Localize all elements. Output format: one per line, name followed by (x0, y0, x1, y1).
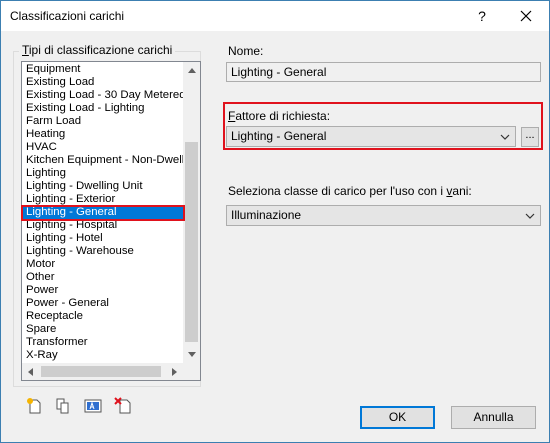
list-item[interactable]: Existing Load (22, 76, 185, 89)
dialog-window: Classificazioni carichi ? Tipi di classi… (0, 0, 550, 443)
scroll-right-arrow-icon[interactable] (166, 363, 183, 380)
name-field[interactable]: Lighting - General (226, 62, 541, 82)
scroll-up-arrow-icon[interactable] (183, 62, 200, 79)
list-item[interactable]: Farm Load (22, 115, 185, 128)
vertical-scrollbar[interactable] (183, 62, 200, 363)
list-item[interactable]: Kitchen Equipment - Non-Dwelling (22, 154, 199, 167)
list-item[interactable]: Existing Load - 30 Day Metered (22, 89, 186, 102)
window-title: Classificazioni carichi (10, 9, 125, 23)
list-item[interactable]: Lighting - Hospital (22, 219, 185, 232)
scroll-left-arrow-icon[interactable] (22, 363, 39, 380)
list-item[interactable]: Lighting (22, 167, 185, 180)
space-class-label: Seleziona classe di carico per l'uso con… (228, 184, 472, 198)
list-item[interactable]: Lighting - Exterior (22, 193, 185, 206)
demand-factor-value: Lighting - General (231, 129, 327, 143)
list-item[interactable]: Power (22, 284, 185, 297)
horizontal-scrollbar[interactable] (22, 363, 200, 380)
delete-icon[interactable] (114, 397, 132, 415)
new-icon[interactable] (26, 397, 44, 415)
list-item[interactable]: Spare (22, 323, 185, 336)
chevron-down-icon (499, 127, 511, 146)
demand-factor-label: Fattore di richiesta: (228, 109, 331, 123)
list-item[interactable]: Lighting - Hotel (22, 232, 185, 245)
help-button[interactable]: ? (460, 1, 504, 31)
scroll-down-arrow-icon[interactable] (183, 346, 200, 363)
vertical-scroll-thumb[interactable] (185, 142, 198, 342)
load-types-group-label: Tipi di classificazione carichi (19, 43, 176, 57)
ok-button[interactable]: OK (360, 406, 435, 429)
close-icon (520, 10, 532, 22)
chevron-down-icon (524, 206, 536, 225)
list-item[interactable]: Existing Load - Lighting (22, 102, 185, 115)
space-class-value: Illuminazione (231, 208, 302, 222)
close-button[interactable] (504, 1, 548, 31)
demand-factor-select[interactable]: Lighting - General (226, 126, 516, 147)
list-item-selected[interactable]: Lighting - General (22, 206, 185, 219)
help-icon: ? (478, 8, 486, 24)
load-types-list: Equipment Existing Load Existing Load - 30… (22, 63, 199, 362)
name-label: Nome: (228, 44, 264, 58)
list-item[interactable]: Lighting - Warehouse (22, 245, 185, 258)
load-types-listbox[interactable]: Equipment Existing Load Existing Load - 30… (21, 61, 201, 381)
list-item[interactable]: Motor (22, 258, 185, 271)
list-item[interactable]: Other (22, 271, 185, 284)
list-item[interactable]: Receptacle (22, 310, 185, 323)
list-item[interactable]: Heating (22, 128, 185, 141)
list-item[interactable]: Power - General (22, 297, 185, 310)
scrollbar-corner (183, 363, 200, 380)
horizontal-scroll-thumb[interactable] (41, 366, 161, 377)
space-class-select[interactable]: Illuminazione (226, 205, 541, 226)
rename-icon[interactable] (84, 397, 102, 415)
list-item[interactable]: HVAC (22, 141, 185, 154)
title-bar: Classificazioni carichi ? (1, 1, 549, 31)
duplicate-icon[interactable] (54, 397, 72, 415)
cancel-button[interactable]: Annulla (451, 406, 536, 429)
list-item[interactable]: Transformer (22, 336, 185, 349)
demand-factor-browse-button[interactable]: ... (521, 127, 539, 147)
list-item[interactable]: Lighting - Dwelling Unit (22, 180, 185, 193)
list-item[interactable]: X-Ray (22, 349, 185, 362)
list-item[interactable]: Equipment (22, 63, 185, 76)
